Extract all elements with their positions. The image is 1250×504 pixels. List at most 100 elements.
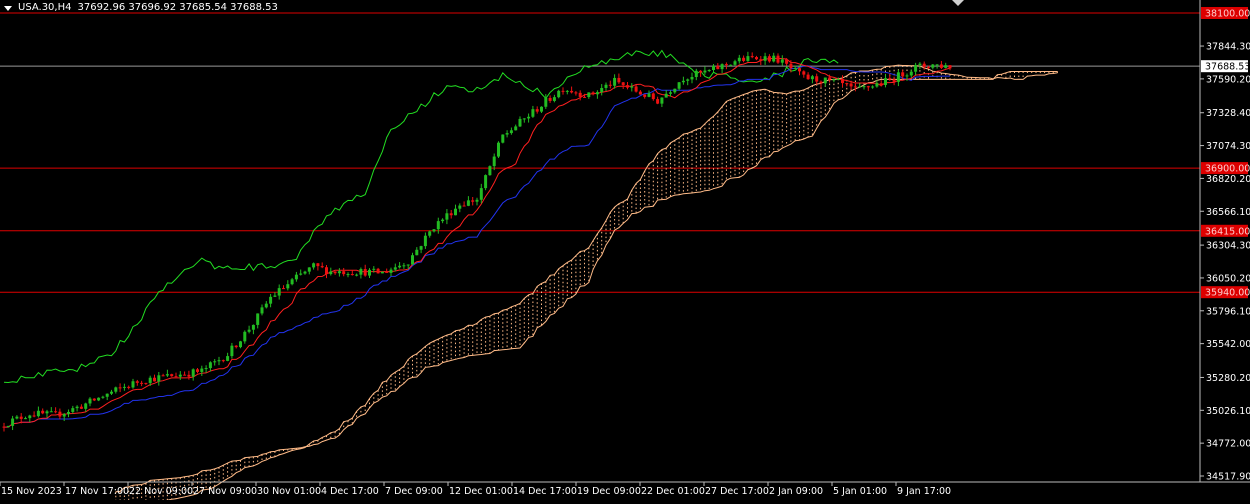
candle-body [54,411,58,413]
candle-body [6,425,10,428]
ichimoku-chart: 37844.30 37590.20 37328.40 37074.30 36820.20… [0,0,1250,504]
chikou-span-line [3,49,839,384]
candle-body [888,78,892,80]
time-tick-label: 17 Nov 17:00 [65,486,129,497]
price-tick-label: 35542.00 [1206,339,1250,350]
candle-body [213,361,217,363]
candle-body [153,377,156,382]
price-tick-label: 35026.10 [1206,406,1250,417]
candle-body [746,56,750,61]
candle-body [462,205,466,207]
candle-body [380,271,384,274]
candle-body [415,249,419,256]
time-tick-label: 27 Nov 09:00 [193,486,257,497]
candle-body [402,265,406,267]
time-tick-label: 19 Dec 09:00 [577,486,641,497]
candle-body [196,369,199,372]
symbol-dropdown-icon[interactable] [4,6,12,11]
candle-body [97,397,101,401]
candle-body [574,92,578,94]
candle-body [333,271,337,274]
candle-body [312,263,316,268]
candle-body [647,93,651,97]
candle-body [350,274,354,276]
candle-body [600,87,604,93]
candle-body [290,279,294,285]
candle-body [853,86,857,88]
candle-body [273,295,277,297]
candle-body [144,382,148,384]
candle-body [875,83,879,87]
candle-body [587,92,591,98]
candle-body [948,65,952,69]
candle-body [755,57,758,60]
candle-body [694,70,698,77]
price-tick-label: 35280.20 [1206,373,1250,384]
candle-body [423,235,427,247]
candle-body [626,85,629,88]
candle-body [140,382,144,384]
candle-body [269,296,273,304]
time-tick-label: 15 Nov 2023 [1,486,62,497]
candle-body [316,263,320,267]
candle-body [544,97,548,107]
candle-body [161,375,165,377]
candle-body [733,61,737,65]
candle-body [226,356,230,361]
candle-body [643,94,647,97]
candle-body [548,97,552,101]
candle-body [359,269,363,275]
candle-body [896,72,900,82]
candle-body [251,324,255,330]
candle-body [776,55,780,63]
candle-body [234,345,238,348]
candle-body [479,188,483,200]
time-tick-label: 27 Dec 17:00 [705,486,769,497]
candle-body [92,398,96,401]
candle-body [905,75,909,77]
candle-body [101,396,105,398]
candle-body [742,57,746,61]
candle-body [24,418,27,420]
candle-body [200,368,204,372]
price-tick-label: 36304.30 [1206,241,1250,252]
level-label: 36900.00 [1205,164,1250,175]
candle-body [810,76,814,80]
candle-body [337,271,341,274]
chart-area[interactable]: 37844.30 37590.20 37328.40 37074.30 36820.20… [0,0,1250,504]
candle-body [630,86,634,88]
time-tick-label: 7 Dec 09:00 [385,486,443,497]
candle-body [527,116,531,119]
candle-body [501,134,505,143]
candle-body [922,63,926,67]
candle-body [363,269,367,276]
candle-body [419,246,423,250]
candle-body [346,274,350,276]
candle-body [862,86,866,88]
candle-body [772,55,776,62]
candle-body [789,63,793,69]
candle-body [118,387,122,389]
candle-body [583,96,586,98]
candle-body [187,374,191,377]
price-tick-label: 37074.30 [1206,141,1250,152]
candle-body [449,213,453,216]
candle-body [256,313,260,325]
time-tick-label: 22 Nov 09:00 [129,486,193,497]
level-label: 36415.00 [1205,226,1250,237]
candle-body [909,71,913,76]
chart-shift-icon[interactable] [952,0,964,6]
candle-body [436,221,440,230]
candle-body [793,68,797,70]
candle-body [552,97,556,101]
candle-body [535,109,539,112]
candle-body [703,70,707,73]
price-tick-label: 37844.30 [1206,42,1250,53]
current-price-label: 37688.53 [1205,62,1250,73]
candle-body [84,403,88,409]
candle-body [570,90,574,93]
candle-body [49,411,53,413]
candle-body [578,92,582,97]
candle-body [841,79,844,84]
candle-body [221,360,225,362]
